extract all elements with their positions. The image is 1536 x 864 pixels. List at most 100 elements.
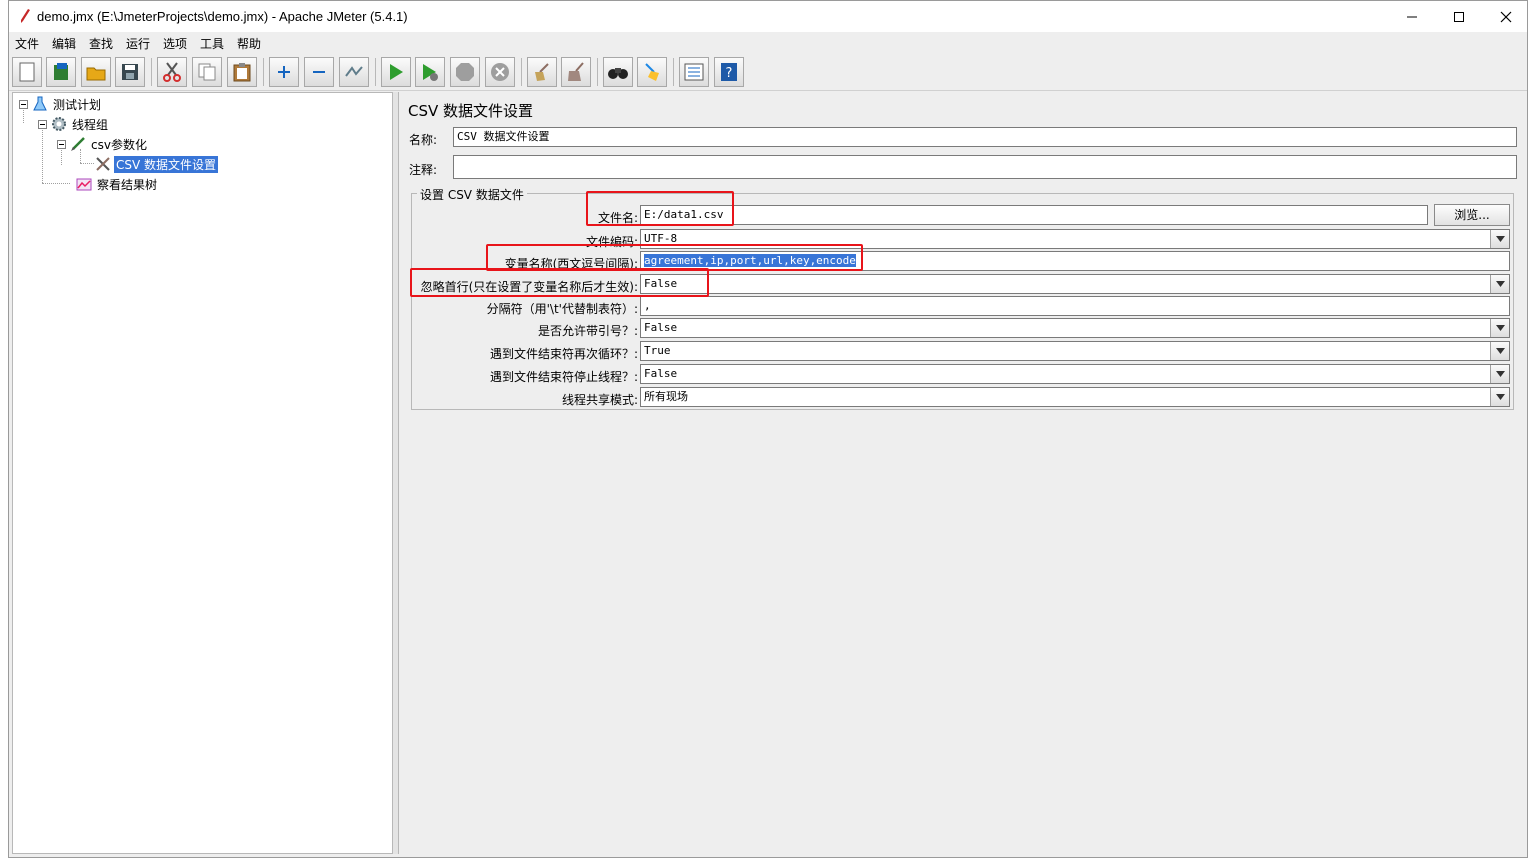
new-icon <box>19 62 35 82</box>
templates-icon <box>54 63 68 80</box>
menu-run[interactable]: 运行 <box>124 35 152 52</box>
dropdown-arrow-icon[interactable] <box>1490 365 1509 383</box>
chart-icon <box>76 178 92 191</box>
test-plan-tree: 测试计划 线程组 csv参数化 CSV 数据文件设置 察看结果树 <box>12 92 393 854</box>
close-button[interactable] <box>1483 1 1527 32</box>
function-helper-button[interactable] <box>679 57 709 87</box>
menu-file[interactable]: 文件 <box>13 35 41 52</box>
dropdown-arrow-icon[interactable] <box>1490 275 1509 293</box>
comment-label: 注释: <box>409 163 438 177</box>
tree-label: csv参数化 <box>91 137 147 152</box>
sharing-mode-label: 线程共享模式: <box>561 393 638 407</box>
new-button[interactable] <box>12 57 42 87</box>
templates-button[interactable] <box>46 57 76 87</box>
stop-button[interactable] <box>450 57 480 87</box>
search-button[interactable] <box>603 57 633 87</box>
menu-search[interactable]: 查找 <box>87 35 115 52</box>
menu-help[interactable]: 帮助 <box>235 35 263 52</box>
highlight-box-filename <box>586 191 734 226</box>
stop-thread-eof-value: False <box>644 367 678 380</box>
browse-button[interactable]: 浏览... <box>1434 204 1510 226</box>
stop-thread-eof-label: 遇到文件结束符停止线程？: <box>489 370 638 384</box>
expand-all-button[interactable] <box>269 57 299 87</box>
reset-search-icon <box>645 63 659 81</box>
tree-item-csv-data-set[interactable]: CSV 数据文件设置 <box>95 155 219 173</box>
shutdown-button[interactable] <box>485 57 515 87</box>
stop-icon <box>456 63 474 81</box>
sharing-mode-value: 所有现场 <box>644 390 688 403</box>
cut-icon <box>163 62 181 82</box>
copy-icon <box>198 63 216 81</box>
comment-input[interactable] <box>453 155 1517 179</box>
tree-label: 线程组 <box>72 117 109 132</box>
minimize-icon <box>1407 16 1417 17</box>
recycle-eof-combo[interactable]: True <box>640 341 1510 361</box>
gear-icon <box>52 117 66 131</box>
collapse-all-button[interactable] <box>304 57 334 87</box>
play-no-pause-icon <box>423 64 438 81</box>
csv-data-set-config-panel: CSV 数据文件设置 名称: CSV 数据文件设置 注释: 设置 CSV 数据文… <box>398 92 1526 854</box>
highlight-box-ignore-first-line <box>410 268 709 297</box>
open-button[interactable] <box>81 57 111 87</box>
clear-all-button[interactable] <box>561 57 591 87</box>
maximize-button[interactable] <box>1436 1 1482 32</box>
tree-item-view-results-tree[interactable]: 察看结果树 <box>76 175 159 193</box>
list-icon <box>684 63 704 81</box>
menu-edit[interactable]: 编辑 <box>50 35 78 52</box>
copy-button[interactable] <box>192 57 222 87</box>
delimiter-input[interactable]: , <box>640 296 1510 316</box>
paste-button[interactable] <box>227 57 257 87</box>
dropdown-arrow-icon[interactable] <box>1490 342 1509 360</box>
minimize-button[interactable] <box>1389 1 1435 32</box>
menu-bar: 文件 编辑 查找 运行 选项 工具 帮助 <box>9 32 1527 54</box>
name-label: 名称: <box>409 133 438 147</box>
svg-text:?: ? <box>726 66 733 81</box>
plus-icon <box>278 66 290 78</box>
save-button[interactable] <box>115 57 145 87</box>
collapse-toggle-icon[interactable] <box>57 139 66 149</box>
group-title: 设置 CSV 数据文件 <box>417 186 527 203</box>
toggle-button[interactable] <box>339 57 369 87</box>
help-button[interactable]: ? <box>714 57 744 87</box>
dropdown-arrow-icon[interactable] <box>1490 230 1509 248</box>
toolbar: ? <box>9 54 1527 91</box>
cut-button[interactable] <box>157 57 187 87</box>
panel-title: CSV 数据文件设置 <box>408 102 534 120</box>
stop-thread-eof-combo[interactable]: False <box>640 364 1510 384</box>
play-icon <box>390 64 403 80</box>
broom-icon <box>535 63 549 81</box>
allow-quoted-value: False <box>644 321 678 334</box>
start-button[interactable] <box>381 57 411 87</box>
dropdown-arrow-icon[interactable] <box>1490 388 1509 406</box>
tree-item-thread-group[interactable]: 线程组 <box>38 115 110 133</box>
maximize-icon <box>1454 11 1464 22</box>
collapse-toggle-icon[interactable] <box>38 119 47 129</box>
clear-button[interactable] <box>527 57 557 87</box>
recycle-eof-value: True <box>644 344 671 357</box>
filename-input[interactable]: E:/data1.csv <box>640 205 1428 225</box>
binoculars-icon <box>608 68 628 79</box>
open-icon <box>86 67 106 81</box>
flask-icon <box>33 96 47 111</box>
tools-icon <box>96 157 110 171</box>
dropdown-arrow-icon[interactable] <box>1490 319 1509 337</box>
menu-tools[interactable]: 工具 <box>198 35 226 52</box>
collapse-toggle-icon[interactable] <box>19 99 28 109</box>
ignore-first-line-combo[interactable]: False <box>640 274 1510 294</box>
close-icon <box>1500 11 1512 22</box>
sharing-mode-combo[interactable]: 所有现场 <box>640 387 1510 407</box>
allow-quoted-combo[interactable]: False <box>640 318 1510 338</box>
minus-icon <box>313 71 325 73</box>
tree-item-test-plan[interactable]: 测试计划 <box>19 95 103 113</box>
sampler-pen-icon <box>71 137 85 151</box>
name-input[interactable]: CSV 数据文件设置 <box>453 127 1517 147</box>
reset-search-button[interactable] <box>637 57 667 87</box>
allow-quoted-label: 是否允许带引号？: <box>537 324 638 338</box>
menu-options[interactable]: 选项 <box>161 35 189 52</box>
tree-label: 察看结果树 <box>97 177 158 192</box>
tree-item-csv-param[interactable]: csv参数化 <box>57 135 149 153</box>
recycle-eof-label: 遇到文件结束符再次循环？: <box>489 347 638 361</box>
start-no-pause-button[interactable] <box>415 57 445 87</box>
shutdown-icon <box>491 63 509 81</box>
window-title: demo.jmx (E:\JmeterProjects\demo.jmx) - … <box>37 9 408 24</box>
